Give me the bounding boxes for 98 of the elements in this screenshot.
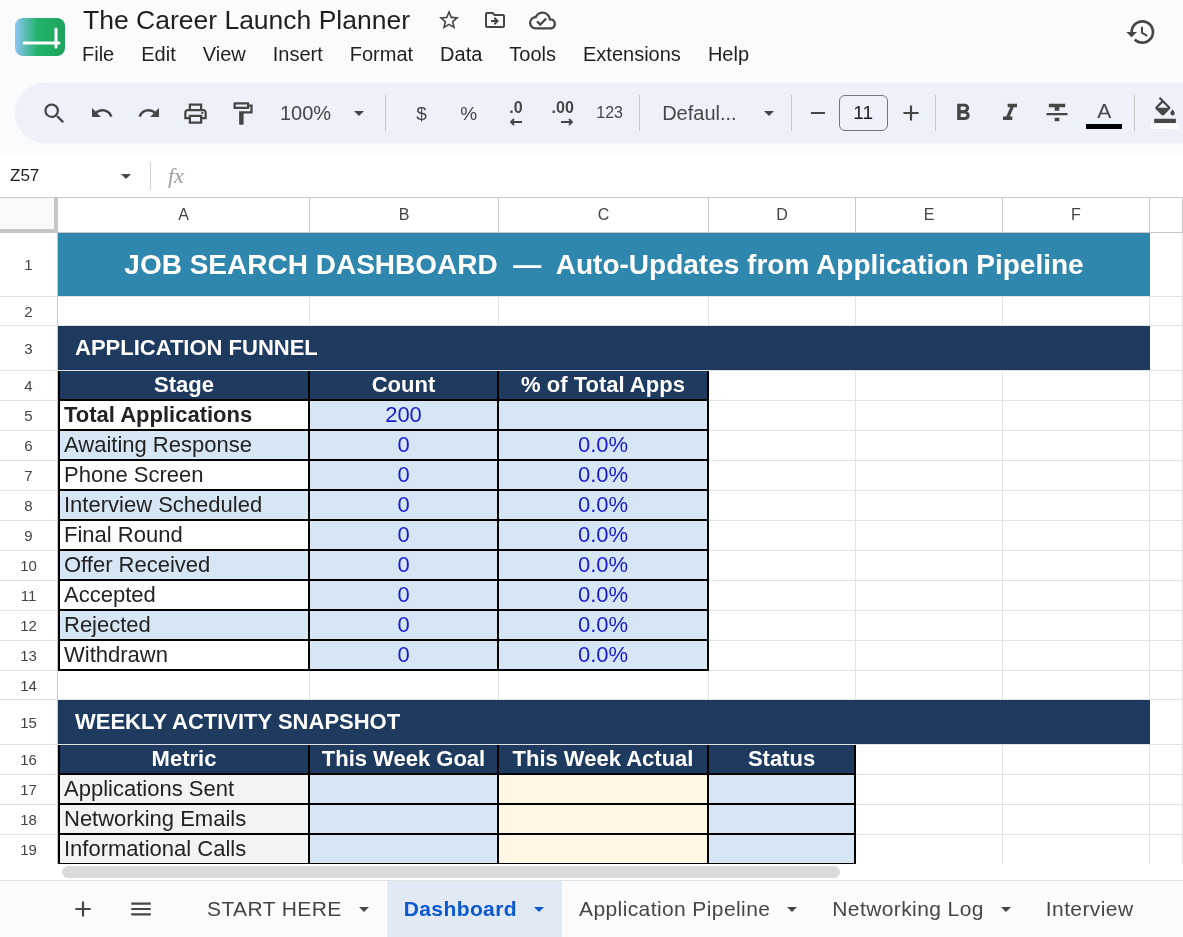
table-cell: 0.0% <box>499 491 709 521</box>
table-cell: 0 <box>310 551 499 581</box>
table-cell: 0 <box>310 641 499 671</box>
table-cell: Accepted <box>58 581 310 611</box>
table-cell: 0.0% <box>499 521 709 551</box>
sheet-tab[interactable]: START HERE <box>190 881 387 937</box>
row-number[interactable]: 6 <box>0 431 58 461</box>
table-cell: 0 <box>310 581 499 611</box>
row-number[interactable]: 10 <box>0 551 58 581</box>
document-title[interactable]: The Career Launch Planner <box>82 4 412 36</box>
column-header[interactable]: B <box>310 198 499 233</box>
app-logo-icon[interactable] <box>15 18 65 56</box>
table-cell: 0.0% <box>499 431 709 461</box>
table-cell: 0 <box>310 461 499 491</box>
decrease-decimal-button[interactable]: .0 <box>502 96 529 130</box>
menu-item[interactable]: View <box>196 41 252 68</box>
arrow-left-icon <box>508 118 523 126</box>
table-cell: Offer Received <box>58 551 310 581</box>
table-cell: 0.0% <box>499 641 709 671</box>
column-header[interactable]: F <box>1003 198 1150 233</box>
row-number[interactable]: 8 <box>0 491 58 521</box>
table-cell: Awaiting Response <box>58 431 310 461</box>
table-cell: Informational Calls <box>58 835 310 864</box>
table-cell: 0 <box>310 491 499 521</box>
number-format-button[interactable]: 123 <box>590 101 629 125</box>
row-number[interactable]: 5 <box>0 401 58 431</box>
column-header[interactable] <box>1150 198 1183 233</box>
row-number[interactable]: 16 <box>0 745 58 775</box>
fx-label: fx <box>167 163 185 189</box>
sheet-tab[interactable]: Networking Log <box>815 881 1029 937</box>
table-cell: 0.0% <box>499 551 709 581</box>
menu-item[interactable]: Help <box>701 41 755 68</box>
select-all-corner[interactable] <box>0 198 58 233</box>
row-number[interactable]: 15 <box>0 700 58 745</box>
table-cell: 200 <box>310 401 499 431</box>
menu-item[interactable]: Insert <box>266 41 329 68</box>
star-icon[interactable] <box>437 8 462 32</box>
table-cell: Rejected <box>58 611 310 641</box>
table-cell: Interview Scheduled <box>58 491 310 521</box>
text-color-button[interactable]: A <box>1086 97 1123 129</box>
row-number[interactable]: 7 <box>0 461 58 491</box>
table-cell: Withdrawn <box>58 641 310 671</box>
fill-color-button[interactable] <box>1150 97 1179 129</box>
table-cell: Total Applications <box>58 401 310 431</box>
sheet-tab[interactable]: Interview <box>1028 881 1145 937</box>
font-size-field[interactable]: 11 <box>838 95 888 131</box>
column-header[interactable]: D <box>709 198 856 233</box>
sheet-tab[interactable]: Application Pipeline <box>562 881 816 937</box>
increase-decimal-button[interactable]: .00 <box>545 96 580 130</box>
menu-item[interactable]: Tools <box>503 41 563 68</box>
zoom-dropdown[interactable]: 100% <box>266 93 374 133</box>
name-box[interactable]: Z57 <box>10 160 138 192</box>
column-header[interactable]: A <box>58 198 310 233</box>
row-number[interactable]: 9 <box>0 521 58 551</box>
row-number[interactable]: 2 <box>0 297 58 326</box>
row-number[interactable]: 14 <box>0 671 58 700</box>
column-header[interactable]: E <box>856 198 1003 233</box>
table-cell: Networking Emails <box>58 805 310 835</box>
row-number[interactable]: 18 <box>0 805 58 835</box>
table-cell: Final Round <box>58 521 310 551</box>
dashboard-title: JOB SEARCH DASHBOARD — Auto-Updates from Application Pipeline <box>58 233 1150 297</box>
table-cell: 0.0% <box>499 461 709 491</box>
font-dropdown[interactable]: Defaul... <box>646 93 783 133</box>
table-header-cell: % of Total Apps <box>499 371 709 401</box>
table-cell: Applications Sent <box>58 775 310 805</box>
table-cell: Phone Screen <box>58 461 310 491</box>
arrow-right-icon <box>559 118 574 126</box>
table-header-cell: Status <box>709 745 856 775</box>
row-number[interactable]: 17 <box>0 775 58 805</box>
menu-item[interactable]: Edit <box>135 41 182 68</box>
section-header: APPLICATION FUNNEL <box>58 326 1150 371</box>
section-header: WEEKLY ACTIVITY SNAPSHOT <box>58 700 1150 745</box>
table-cell: 0 <box>310 431 499 461</box>
table-cell: 0.0% <box>499 611 709 641</box>
menu-item[interactable]: Format <box>343 41 420 68</box>
table-header-cell: This Week Goal <box>310 745 499 775</box>
column-header[interactable]: C <box>499 198 709 233</box>
row-number[interactable]: 13 <box>0 641 58 671</box>
horizontal-scrollbar[interactable] <box>62 866 840 878</box>
table-cell: 0 <box>310 611 499 641</box>
menu-item[interactable]: Extensions <box>577 41 687 68</box>
paint-bucket-icon[interactable] <box>1151 97 1178 123</box>
sheet-tab[interactable]: Dashboard <box>386 881 562 937</box>
row-number[interactable]: 4 <box>0 371 58 401</box>
row-number[interactable]: 1 <box>0 233 58 297</box>
row-number[interactable]: 12 <box>0 611 58 641</box>
menu-item[interactable]: Data <box>434 41 489 68</box>
table-header-cell: Stage <box>58 371 310 401</box>
table-cell: 0.0% <box>499 581 709 611</box>
row-number[interactable]: 3 <box>0 326 58 371</box>
table-cell: 0 <box>310 521 499 551</box>
row-number[interactable]: 11 <box>0 581 58 611</box>
menu-item[interactable]: File <box>76 41 121 68</box>
percent-format-button[interactable]: % <box>454 99 484 127</box>
currency-format-button[interactable]: $ <box>410 99 433 127</box>
table-header-cell: Metric <box>58 745 310 775</box>
table-header-cell: This Week Actual <box>499 745 709 775</box>
table-header-cell: Count <box>310 371 499 401</box>
